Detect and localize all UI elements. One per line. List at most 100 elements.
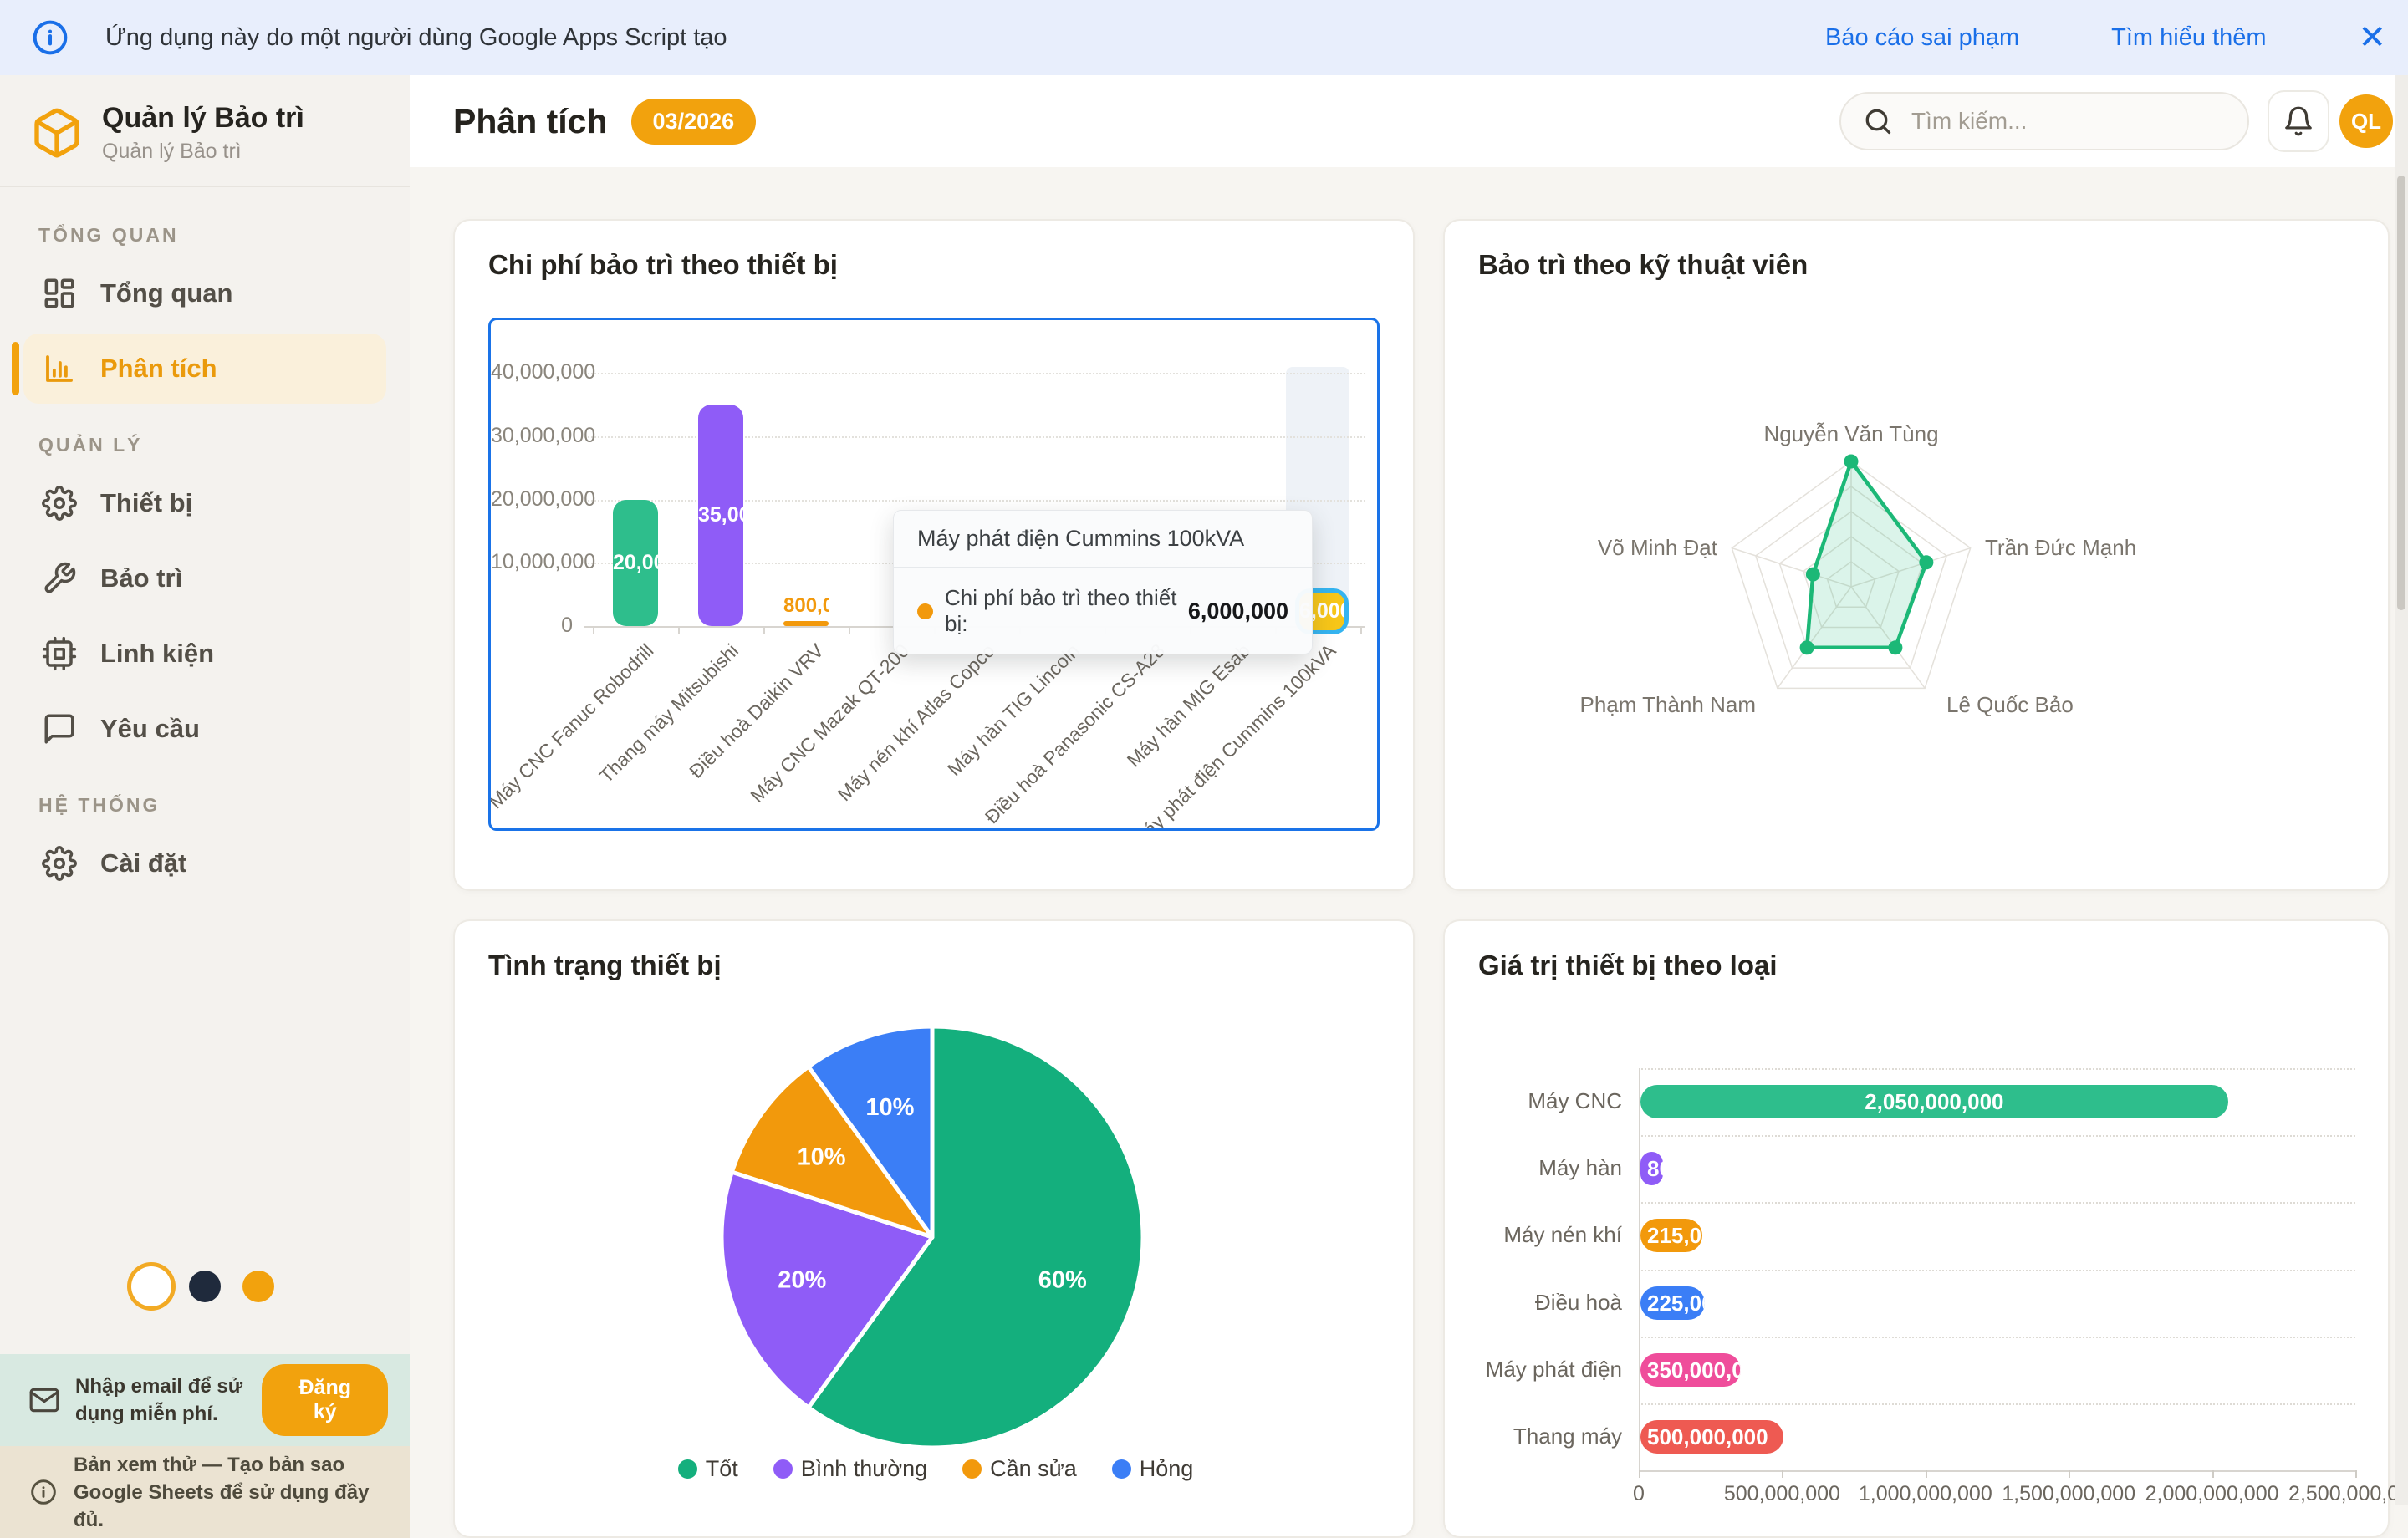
legend-dot — [773, 1459, 793, 1479]
pie-legend: Tốt Bình thường Cần sửa Hỏng — [455, 1456, 1416, 1482]
x-axis-category-label: Máy CNC Mazak QT-200 — [746, 639, 914, 807]
sidebar-item-bao-tri[interactable]: Bảo trì — [23, 543, 386, 614]
search-icon — [1863, 106, 1893, 136]
card-equipment-value: Giá trị thiết bị theo loại Máy CNC 2,050,… — [1443, 919, 2408, 1538]
theme-dot-dark[interactable] — [189, 1271, 221, 1302]
bar-value-label: 35,000,000 — [698, 502, 743, 527]
page-header: Phân tích 03/2026 QL — [410, 75, 2395, 167]
y-axis-tick-label: 0 — [561, 614, 573, 637]
sidebar-item-tong-quan[interactable]: Tổng quan — [23, 258, 386, 328]
hbar-6[interactable]: 500,000,000 — [1640, 1419, 1784, 1454]
bar-1[interactable]: 20,000,000 — [613, 499, 658, 626]
nav-section-label: TỔNG QUAN — [38, 224, 179, 246]
pie-slice-label: 20% — [778, 1267, 826, 1294]
mail-icon — [28, 1384, 60, 1416]
y-axis-tick-label: 40,000,000 — [491, 360, 596, 384]
signup-button[interactable]: Đăng ký — [262, 1364, 388, 1436]
banner-text: Ứng dụng này do một người dùng Google Ap… — [105, 23, 727, 51]
sidebar-item-linh-kien[interactable]: Linh kiện — [23, 619, 386, 689]
apps-script-banner: Ứng dụng này do một người dùng Google Ap… — [0, 0, 2408, 75]
card-title: Tình trạng thiết bị — [488, 950, 722, 980]
gridline — [1639, 1403, 2355, 1405]
hbar-2[interactable]: 80,000,000 — [1640, 1152, 1664, 1186]
x-axis-tick — [763, 626, 765, 634]
sidebar-item-yeu-cau[interactable]: Yêu cầu — [23, 694, 386, 764]
bell-icon — [2283, 105, 2314, 137]
legend-item-Bình thường[interactable]: Bình thường — [773, 1456, 927, 1482]
radar-category-label: Võ Minh Đạt — [1598, 535, 1718, 560]
y-axis-tick-label: 30,000,000 — [491, 423, 596, 447]
theme-color-picker — [0, 1271, 410, 1302]
gridline — [1639, 1202, 2355, 1204]
hbar-5[interactable]: 350,000,000 — [1640, 1352, 1741, 1387]
x-axis-tick — [1360, 626, 1362, 634]
theme-dot-orange[interactable] — [242, 1271, 274, 1302]
radar-category-label: Trần Đức Mạnh — [1985, 535, 2136, 560]
card-technician-radar: Bảo trì theo kỹ thuật viên Nguyễn Văn Tù… — [1443, 219, 2390, 891]
legend-dot — [677, 1459, 697, 1479]
chip-icon — [42, 636, 77, 671]
bar-2[interactable]: 35,000,000 — [698, 404, 743, 626]
status-pie-chart[interactable]: 60% 20% 10% 10% — [455, 995, 1413, 1454]
theme-dot-light[interactable] — [135, 1271, 167, 1302]
report-abuse-link[interactable]: Báo cáo sai phạm — [1825, 24, 2019, 52]
bar-3[interactable] — [783, 620, 829, 626]
radar-data-point — [1805, 567, 1820, 582]
search-input[interactable] — [1910, 107, 2214, 135]
y-axis-tick-label: 10,000,000 — [491, 550, 596, 574]
x-axis-tick — [1639, 1470, 1640, 1478]
bar-value-label: 80,000,000 — [1647, 1156, 1663, 1182]
series-dot — [917, 603, 933, 619]
wrench-icon — [42, 561, 77, 596]
email-promo: Nhập email để sử dụng miễn phí. Đăng ký — [0, 1354, 410, 1446]
x-axis-tick — [678, 626, 680, 634]
category-label: Máy nén khí — [1503, 1222, 1622, 1248]
sidebar-item-label: Cài đặt — [100, 848, 187, 878]
x-axis-tick — [2355, 1470, 2357, 1478]
sidebar-item-cai-dat[interactable]: Cài đặt — [23, 828, 386, 899]
learn-more-link[interactable]: Tìm hiểu thêm — [2111, 24, 2266, 52]
bar-value-label: 225,000,000 — [1647, 1290, 1705, 1316]
category-label: Điều hoà — [1534, 1289, 1622, 1315]
period-badge: 03/2026 — [630, 98, 757, 145]
category-label: Thang máy — [1513, 1423, 1622, 1449]
nav-section-label: HỆ THỐNG — [38, 794, 161, 816]
sidebar-nav: TỔNG QUAN Tổng quan Phân tích QUẢN LÝ Thiết … — [0, 187, 410, 899]
box-icon — [30, 106, 84, 160]
analytics-icon — [42, 351, 77, 386]
search-box[interactable] — [1839, 92, 2249, 150]
bar-value-label: 800,000 — [783, 593, 829, 617]
bar-value-label: 2,050,000,000 — [1865, 1089, 2004, 1115]
hbar-4[interactable]: 225,000,000 — [1640, 1286, 1706, 1320]
close-icon[interactable]: ✕ — [2358, 21, 2386, 54]
legend-dot — [962, 1459, 982, 1479]
card-equipment-status: Tình trạng thiết bị 60% 20% 10% 10% Tốt Bình… — [453, 919, 1415, 1538]
y-axis-line — [1639, 1068, 1640, 1470]
hbar-1[interactable]: 2,050,000,000 — [1640, 1085, 2228, 1119]
legend-item-Tốt[interactable]: Tốt — [677, 1456, 738, 1482]
tooltip-series-label: Chi phí bảo trì theo thiết bị: — [945, 585, 1177, 636]
sidebar-item-label: Bảo trì — [100, 563, 183, 593]
legend-label: Cần sửa — [990, 1456, 1077, 1481]
gridline — [1639, 1068, 2355, 1070]
bar-value-label: 215,000,000 — [1647, 1223, 1702, 1249]
gear-icon — [42, 486, 77, 521]
sidebar-item-thiet-bi[interactable]: Thiết bị — [23, 468, 386, 538]
notifications-button[interactable] — [2268, 90, 2329, 152]
sidebar-item-phan-tich[interactable]: Phân tích — [12, 334, 386, 404]
x-axis-tick-label: 2,500,000,000 — [2288, 1482, 2408, 1505]
sidebar-item-label: Tổng quan — [100, 278, 233, 308]
technician-radar-chart[interactable]: Nguyễn Văn Tùng Trần Đức Mạnh Lê Quốc Bảo P… — [1445, 321, 2388, 839]
sidebar-item-label: Linh kiện — [100, 639, 215, 668]
legend-item-Cần sửa[interactable]: Cần sửa — [962, 1456, 1077, 1482]
page-scrollbar[interactable] — [2395, 75, 2408, 1505]
scrollbar-thumb[interactable] — [2397, 176, 2405, 610]
sidebar-item-label: Yêu cầu — [100, 714, 200, 743]
value-bar-chart[interactable]: Máy CNC 2,050,000,000 Máy hàn 80,000,000 Máy… — [1445, 921, 2408, 1536]
hbar-3[interactable]: 215,000,000 — [1640, 1219, 1702, 1253]
avatar[interactable]: QL — [2339, 94, 2393, 148]
pie-slice-label: 10% — [797, 1144, 845, 1171]
gridline — [584, 373, 1365, 374]
nav-section-label: QUẢN LÝ — [38, 434, 143, 456]
legend-item-Hỏng[interactable]: Hỏng — [1111, 1456, 1193, 1482]
